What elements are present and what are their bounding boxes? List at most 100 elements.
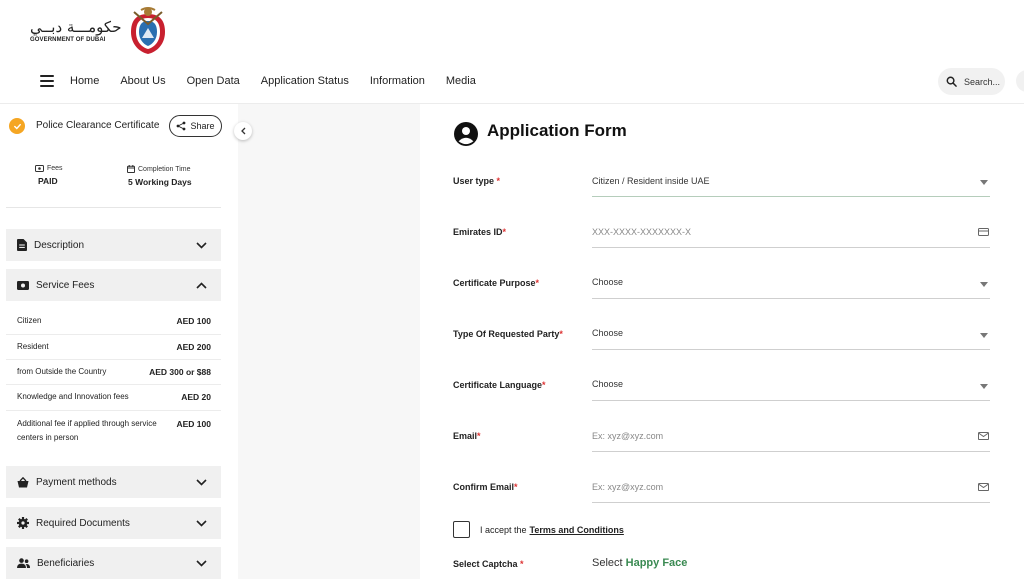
fee-row: Citizen AED 100 (6, 316, 221, 326)
terms-checkbox[interactable] (453, 521, 470, 538)
language-button[interactable] (1016, 70, 1024, 92)
meta-divider (6, 207, 221, 208)
emirates-id-input[interactable]: XXX-XXXX-XXXXXXX-X (592, 227, 691, 237)
share-label: Share (190, 121, 215, 131)
search-icon (946, 76, 957, 87)
users-icon (17, 558, 30, 568)
confirm-email-input[interactable]: Ex: xyz@xyz.com (592, 482, 663, 492)
search-label: Search... (964, 76, 1001, 87)
accordion-description-label: Description (34, 239, 85, 251)
certificate-purpose-select[interactable]: Choose (592, 277, 623, 287)
nav-home[interactable]: Home (70, 75, 99, 87)
certificate-purpose-underline (592, 298, 990, 299)
document-icon (17, 239, 27, 251)
accordion-payment-methods[interactable]: Payment methods (6, 466, 221, 498)
user-type-select[interactable]: Citizen / Resident inside UAE (592, 176, 710, 186)
terms-link[interactable]: Terms and Conditions (530, 525, 624, 535)
accordion-required-documents[interactable]: Required Documents (6, 507, 221, 539)
required-mark: * (514, 482, 518, 492)
nav-open-data[interactable]: Open Data (187, 75, 240, 87)
completion-label: Completion Time (138, 165, 191, 173)
fee-row: Resident AED 200 (6, 342, 221, 352)
emirates-id-underline (592, 247, 990, 248)
email-label-text: Email (453, 431, 478, 441)
fee-divider (6, 334, 221, 335)
dropdown-caret-icon[interactable] (980, 333, 988, 338)
user-type-label: User type * (453, 176, 500, 186)
chevron-down-icon (196, 519, 207, 527)
accordion-beneficiaries-label: Beneficiaries (37, 557, 95, 569)
email-input[interactable]: Ex: xyz@xyz.com (592, 431, 663, 441)
user-type-underline (592, 196, 990, 197)
fee-divider (6, 410, 221, 411)
nav-media[interactable]: Media (446, 75, 476, 87)
accordion-payment-methods-label: Payment methods (36, 476, 117, 488)
user-circle-icon (454, 122, 478, 146)
menu-icon[interactable] (40, 75, 54, 87)
main-navigation: Home About Us Open Data Application Stat… (40, 70, 497, 92)
completion-meta: Completion Time 5 Working Days (127, 165, 192, 187)
id-card-icon (978, 228, 989, 236)
nav-about-us[interactable]: About Us (120, 75, 165, 87)
share-button[interactable]: Share (169, 115, 222, 137)
nav-application-status[interactable]: Application Status (261, 75, 349, 87)
terms-prefix: I accept the (480, 525, 527, 535)
required-mark: * (502, 227, 507, 237)
emirates-id-label: Emirates ID* (453, 227, 506, 237)
accordion-service-fees-label: Service Fees (36, 279, 95, 291)
completion-value: 5 Working Days (128, 177, 192, 187)
required-mark: * (477, 431, 481, 441)
chevron-down-icon (196, 559, 207, 567)
user-type-label-text: User type (453, 176, 495, 186)
certificate-language-select[interactable]: Choose (592, 379, 623, 389)
dubai-government-logo[interactable]: حكومـــة دبــي GOVERNMENT OF DUBAI (30, 6, 171, 56)
confirm-email-underline (592, 502, 990, 503)
money-icon (17, 280, 29, 290)
fee-label: Additional fee if applied through servic… (17, 419, 157, 442)
logo-english-text: GOVERNMENT OF DUBAI (30, 37, 106, 43)
confirm-email-label-text: Confirm Email (453, 482, 515, 492)
certificate-purpose-label: Certificate Purpose* (453, 278, 539, 288)
chevron-down-icon (196, 241, 207, 249)
requested-party-label-text: Type Of Requested Party (453, 329, 560, 339)
fee-label: Knowledge and Innovation fees (17, 392, 129, 401)
captcha-instruction: Select Happy Face (592, 557, 687, 569)
search-button[interactable]: Search... (938, 68, 1005, 95)
fees-value: PAID (38, 176, 58, 186)
requested-party-select[interactable]: Choose (592, 328, 623, 338)
dropdown-caret-icon[interactable] (980, 282, 988, 287)
dropdown-caret-icon[interactable] (980, 180, 988, 185)
required-mark: * (542, 380, 546, 390)
service-badge-icon (9, 118, 25, 134)
captcha-label: Select Captcha * (453, 559, 524, 569)
fee-label: Resident (17, 342, 49, 351)
nav-information[interactable]: Information (370, 75, 425, 87)
accordion-required-documents-label: Required Documents (36, 517, 130, 529)
collapse-sidebar-button[interactable] (234, 122, 252, 140)
basket-icon (17, 476, 29, 487)
captcha-prefix: Select (592, 557, 623, 569)
confirm-email-label: Confirm Email* (453, 482, 518, 492)
fee-row: from Outside the Country AED 300 or $88 (6, 367, 221, 377)
fee-amount: AED 100 (176, 316, 212, 326)
calendar-icon (127, 165, 135, 173)
chevron-up-icon (196, 281, 207, 289)
accordion-description[interactable]: Description (6, 229, 221, 261)
fee-amount: AED 200 (176, 342, 212, 352)
fee-amount: AED 100 (176, 419, 212, 429)
form-title: Application Form (487, 121, 627, 140)
dropdown-caret-icon[interactable] (980, 384, 988, 389)
logo-arabic-text: حكومـــة دبــي (30, 18, 122, 36)
certificate-language-underline (592, 400, 990, 401)
certificate-language-label: Certificate Language* (453, 380, 546, 390)
fee-amount: AED 300 or $88 (149, 367, 211, 377)
fee-row: Additional fee if applied through servic… (6, 417, 221, 445)
accordion-service-fees[interactable]: Service Fees (6, 269, 221, 301)
accordion-beneficiaries[interactable]: Beneficiaries (6, 547, 221, 579)
email-label: Email* (453, 431, 481, 441)
dubai-emblem-icon (131, 7, 166, 54)
fees-label: Fees (47, 165, 63, 172)
certificate-language-label-text: Certificate Language (453, 380, 543, 390)
captcha-target: Happy Face (625, 557, 688, 569)
fee-divider (6, 359, 221, 360)
